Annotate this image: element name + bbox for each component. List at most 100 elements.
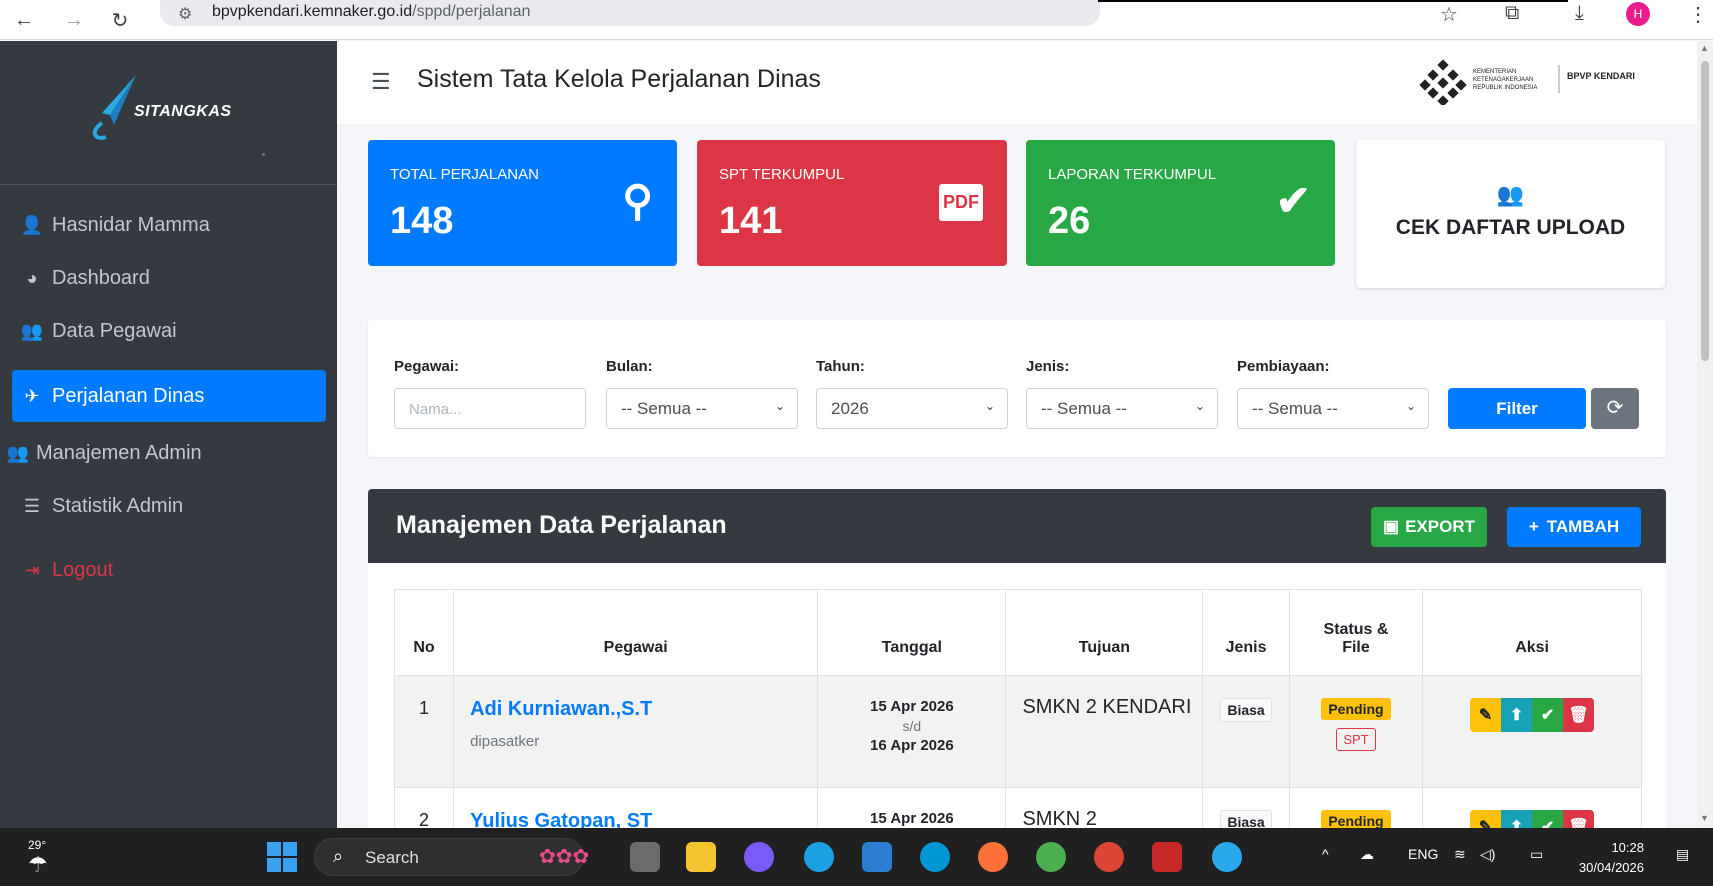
weather-widget[interactable]: 29° ☂ — [28, 838, 48, 878]
pegawai-input[interactable]: Nama... — [394, 388, 586, 429]
col-tujuan[interactable]: Tujuan — [1005, 589, 1204, 676]
check-icon[interactable]: ✔ — [1532, 698, 1564, 732]
chrome-icon[interactable] — [1094, 842, 1124, 872]
scroll-thumb[interactable] — [1701, 61, 1709, 361]
cloud-icon[interactable]: ☁ — [1360, 846, 1374, 863]
tambah-button[interactable]: + TAMBAH — [1507, 507, 1641, 547]
date-from: 15 Apr 2026 — [870, 698, 954, 715]
sidebar-item-logout[interactable]: ⇥ Logout — [12, 544, 326, 596]
hp-icon[interactable] — [920, 842, 950, 872]
users-icon: 👥 — [20, 320, 44, 341]
forward-icon[interactable]: → — [60, 6, 88, 34]
sidebar-item-profile[interactable]: 👤 Hasnidar Mamma — [12, 199, 326, 251]
pegawai-name-link[interactable]: Yulius Gatopan, ST — [470, 810, 817, 829]
plane-icon: ✈ — [24, 385, 40, 406]
action-group: ✎ ⬆ ✔ 🗑 — [1470, 698, 1595, 732]
address-bar[interactable]: ⚙ bpvpkendari.kemnaker.go.id/sppd/perjal… — [160, 0, 1100, 26]
status-badge: Pending — [1321, 810, 1391, 829]
profile-avatar[interactable]: H — [1626, 2, 1650, 26]
stat-laporan-terkumpul[interactable]: LAPORAN TERKUMPUL 26 ✔ — [1026, 140, 1335, 266]
upload-icon[interactable]: ⬆ — [1501, 810, 1533, 829]
tahun-label: Tahun: — [816, 358, 865, 375]
data-title: Manajemen Data Perjalanan — [396, 511, 727, 539]
bulan-label: Bulan: — [606, 358, 653, 375]
stat-value: 148 — [390, 200, 454, 242]
taskbar-search[interactable]: ⌕ Search ✿✿✿ — [314, 838, 589, 876]
sidebar-item-perjalanan-dinas[interactable]: ✈ Perjalanan Dinas — [12, 370, 326, 422]
check-icon[interactable]: ✔ — [1532, 810, 1564, 829]
pegawai-name-link[interactable]: Adi Kurniawan.,S.T — [470, 698, 817, 721]
trash-icon[interactable]: 🗑 — [1563, 810, 1595, 829]
bookmark-star-icon[interactable]: ☆ — [1440, 2, 1458, 27]
notification-icon[interactable]: ▤ — [1676, 846, 1689, 863]
page-scrollbar[interactable]: ▲ ▼ — [1697, 41, 1713, 828]
brand[interactable]: SITANGKAS — [0, 41, 337, 185]
table-row: 2 Yulius Gatopan, ST 15 Apr 2026 SMKN 2 … — [393, 787, 1642, 829]
menu-kebab-icon[interactable]: ⋮ — [1688, 2, 1708, 27]
sidebar: SITANGKAS 👤 Hasnidar Mamma ◕ Dashboard 👥… — [0, 41, 337, 828]
double-check-icon: ✔ — [1275, 177, 1311, 224]
file-explorer-icon[interactable] — [686, 842, 716, 872]
stat-total-perjalanan[interactable]: TOTAL PERJALANAN 148 ⚲ — [368, 140, 677, 266]
reload-icon[interactable]: ↻ — [106, 6, 134, 34]
stat-spt-terkumpul[interactable]: SPT TERKUMPUL 141 PDF — [697, 140, 1007, 266]
edge-icon[interactable] — [804, 842, 834, 872]
download-icon[interactable]: ⤓ — [1575, 2, 1584, 25]
sidebar-item-manajemen-admin[interactable]: 👥 Manajemen Admin — [0, 427, 314, 479]
chrome-alt-icon[interactable] — [1036, 842, 1066, 872]
sidebar-item-label: Hasnidar Mamma — [52, 213, 210, 236]
col-tanggal[interactable]: Tanggal — [817, 589, 1007, 676]
file-export-icon: ▣ — [1383, 517, 1400, 536]
edit-icon[interactable]: ✎ — [1470, 698, 1502, 732]
row-aksi: ✎ ⬆ ✔ 🗑 — [1422, 675, 1642, 788]
export-button[interactable]: ▣ EXPORT — [1371, 507, 1487, 547]
trash-icon[interactable]: 🗑 — [1563, 698, 1595, 732]
extensions-icon[interactable]: ⧉ — [1505, 2, 1519, 25]
brand-dot — [262, 153, 265, 156]
sidebar-item-dashboard[interactable]: ◕ Dashboard — [12, 252, 326, 304]
clock[interactable]: 10:28 30/04/2026 — [1574, 838, 1644, 878]
bulan-select[interactable]: -- Semua -- ⌄ — [606, 388, 798, 429]
edit-icon[interactable]: ✎ — [1470, 810, 1502, 829]
sidebar-item-label: Dashboard — [52, 266, 150, 289]
spt-file-link[interactable]: SPT — [1336, 728, 1376, 751]
store-icon[interactable] — [862, 842, 892, 872]
tahun-select[interactable]: 2026 ⌄ — [816, 388, 1008, 429]
upload-icon[interactable]: ⬆ — [1501, 698, 1533, 732]
scroll-down-icon[interactable]: ▼ — [1700, 813, 1709, 823]
filter-button[interactable]: Filter — [1448, 388, 1586, 429]
hamburger-menu-icon[interactable]: ☰ — [371, 69, 391, 95]
firefox-icon[interactable] — [978, 842, 1008, 872]
chevron-up-icon[interactable]: ^ — [1322, 846, 1329, 862]
col-jenis[interactable]: Jenis — [1202, 589, 1290, 676]
copilot-icon[interactable] — [744, 842, 774, 872]
logo-line-3: REPUBLIK INDONESIA — [1473, 85, 1537, 91]
tambah-label: TAMBAH — [1546, 517, 1620, 536]
scroll-up-icon[interactable]: ▲ — [1700, 43, 1709, 53]
language-indicator[interactable]: ENG — [1408, 846, 1438, 862]
sidebar-item-data-pegawai[interactable]: 👥 Data Pegawai — [12, 305, 326, 357]
battery-icon[interactable]: ▭ — [1530, 846, 1543, 863]
row-tanggal: 15 Apr 2026 s/d 16 Apr 2026 — [817, 675, 1007, 788]
windows-start-icon[interactable] — [267, 842, 297, 872]
col-status-file[interactable]: Status & File — [1288, 589, 1424, 676]
task-view-icon[interactable] — [630, 842, 660, 872]
col-no[interactable]: No — [393, 589, 455, 676]
sidebar-item-statistik-admin[interactable]: ☰ Statistik Admin — [12, 480, 326, 532]
row-jenis: Biasa — [1202, 787, 1290, 829]
site-settings-icon[interactable]: ⚙ — [178, 4, 192, 24]
back-icon[interactable]: ← — [10, 6, 38, 34]
sitangkas-logo-icon — [92, 75, 136, 140]
telegram-icon[interactable] — [1212, 842, 1242, 872]
refresh-icon[interactable]: ⟳ — [1591, 388, 1639, 429]
mcafee-icon[interactable] — [1152, 842, 1182, 872]
filter-card: Pegawai: Nama... Bulan: -- Semua -- ⌄ Tah… — [368, 320, 1666, 457]
top-navbar: ☰ Sistem Tata Kelola Perjalanan Dinas KE… — [337, 41, 1697, 124]
jenis-select[interactable]: -- Semua -- ⌄ — [1026, 388, 1218, 429]
volume-icon[interactable]: ◁) — [1480, 846, 1495, 863]
col-pegawai[interactable]: Pegawai — [453, 589, 819, 676]
logo-line-2: KETENAGAKERJAAN — [1473, 77, 1533, 83]
cek-daftar-upload-button[interactable]: 👥 CEK DAFTAR UPLOAD — [1356, 140, 1665, 288]
wifi-icon[interactable]: ≋ — [1454, 846, 1466, 863]
pembiayaan-select[interactable]: -- Semua -- ⌄ — [1237, 388, 1429, 429]
